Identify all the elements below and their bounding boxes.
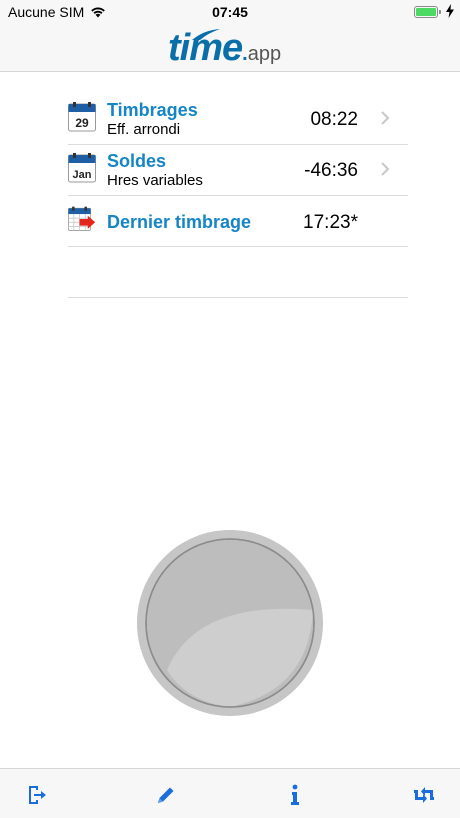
bottom-toolbar: [0, 768, 460, 818]
logo-swoosh-icon: [192, 29, 220, 40]
charging-bolt-icon: [446, 4, 454, 18]
sync-arrows-icon[interactable]: [412, 783, 436, 807]
list-item-value: 08:22: [310, 109, 358, 130]
list-item-soldes[interactable]: Jan Soldes Hres variables -46:36: [68, 145, 408, 196]
status-bar: Aucune SIM 07:45: [0, 0, 460, 24]
list-item-title: Dernier timbrage: [107, 212, 252, 232]
list-item-subtitle: Eff. arrondi: [107, 121, 181, 138]
calendar-arrow-icon: [68, 206, 96, 231]
logo-suffix: app: [247, 43, 282, 65]
summary-list: 29 Timbrages Eff. arrondi 08:22 Jan Sold…: [68, 94, 408, 298]
chevron-right-icon: [381, 162, 390, 176]
list-item-title: Timbrages: [107, 100, 198, 120]
battery-level: [416, 8, 436, 16]
battery-icon: [414, 6, 441, 18]
list-item-value: 17:23*: [303, 212, 358, 233]
logout-icon[interactable]: [25, 783, 49, 807]
list-item-value: -46:36: [304, 160, 358, 181]
calendar-29-icon: 29: [68, 102, 96, 132]
empty-list-row: [68, 247, 408, 298]
list-item-title: Soldes: [107, 151, 167, 171]
calendar-day-text: 29: [75, 116, 89, 130]
nav-bar: time . app: [0, 24, 460, 72]
info-icon[interactable]: [283, 783, 307, 807]
chevron-right-icon: [381, 111, 390, 125]
list-item-timbrages[interactable]: 29 Timbrages Eff. arrondi 08:22: [68, 94, 408, 145]
edit-pencil-icon[interactable]: [154, 783, 178, 807]
list-item-subtitle: Hres variables: [107, 172, 203, 189]
status-time: 07:45: [212, 4, 248, 20]
list-item-dernier-timbrage[interactable]: Dernier timbrage 17:23*: [68, 196, 408, 247]
clock-in-button[interactable]: [137, 530, 323, 716]
calendar-month-text: Jan: [73, 169, 92, 181]
calendar-jan-icon: Jan: [68, 153, 96, 183]
app-logo: time . app: [168, 28, 281, 74]
